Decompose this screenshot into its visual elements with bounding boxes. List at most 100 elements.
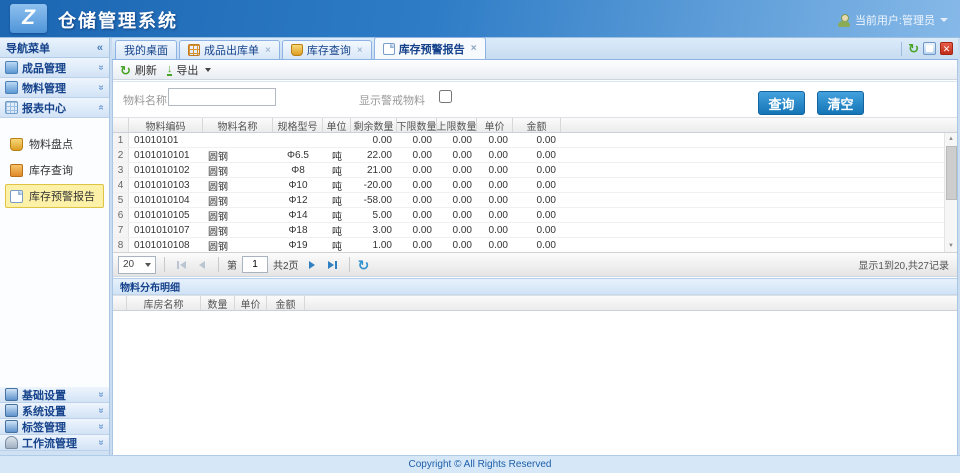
table-cell: 吨 bbox=[323, 178, 351, 192]
detail-column-header[interactable]: 金额 bbox=[267, 296, 305, 310]
sidebar-collapse-icon[interactable]: « bbox=[97, 42, 103, 54]
column-header[interactable]: 规格型号 bbox=[273, 118, 323, 132]
sidebar-item[interactable]: 库存预警报告 bbox=[5, 184, 104, 208]
app-title: 仓储管理系统 bbox=[58, 7, 178, 33]
tab-strip-tools: ↻ ✕ bbox=[896, 42, 958, 56]
table-cell: 0.00 bbox=[477, 238, 513, 252]
table-cell: 圆钢 bbox=[203, 238, 273, 252]
first-page-icon bbox=[177, 261, 179, 269]
table-cell: 0.00 bbox=[513, 238, 561, 252]
last-page-icon bbox=[335, 261, 337, 269]
basket-icon bbox=[291, 44, 303, 56]
clear-button[interactable]: 清空 bbox=[817, 91, 864, 115]
table-cell bbox=[203, 133, 273, 147]
refresh-tab-icon[interactable]: ↻ bbox=[908, 42, 919, 55]
tab[interactable]: 我的桌面 bbox=[115, 40, 177, 59]
tab-close-icon[interactable]: × bbox=[265, 45, 271, 56]
table-row[interactable]: 60101010105圆钢Φ14吨5.000.000.000.000.00 bbox=[113, 208, 957, 223]
page-size-value: 20 bbox=[123, 259, 134, 270]
sidebar-group[interactable]: 标签管理» bbox=[0, 419, 109, 435]
table-cell: 0.00 bbox=[397, 163, 437, 177]
tab[interactable]: 库存预警报告× bbox=[374, 37, 486, 59]
sidebar-group[interactable]: 工作流管理» bbox=[0, 435, 109, 451]
last-page-button[interactable] bbox=[325, 257, 341, 273]
sidebar-group[interactable]: 基础设置» bbox=[0, 387, 109, 403]
table-row[interactable]: 1010101010.000.000.000.000.00 bbox=[113, 133, 957, 148]
table-cell: 0.00 bbox=[477, 223, 513, 237]
app-header: Z 仓储管理系统 当前用户:管理员 bbox=[0, 0, 960, 38]
table-cell: 5.00 bbox=[351, 208, 397, 222]
table-cell: 0101010101 bbox=[129, 148, 203, 162]
sidebar-group[interactable]: 成品管理» bbox=[0, 58, 109, 78]
show-warning-checkbox[interactable] bbox=[439, 90, 452, 103]
sidebar-group[interactable]: 物料管理» bbox=[0, 78, 109, 98]
table-cell: 0.00 bbox=[437, 163, 477, 177]
divider bbox=[218, 257, 219, 272]
page-size-select[interactable]: 20 bbox=[118, 256, 156, 274]
table-cell bbox=[273, 133, 323, 147]
sidebar-report-panel: 物料盘点库存查询库存预警报告 bbox=[0, 118, 109, 387]
sidebar: 导航菜单 « 成品管理»物料管理»报表中心» 物料盘点库存查询库存预警报告 基础… bbox=[0, 38, 110, 455]
scroll-up-icon[interactable]: ▲ bbox=[945, 133, 957, 145]
tab-close-icon[interactable]: × bbox=[471, 43, 477, 54]
table-row[interactable]: 70101010107圆钢Φ18吨3.000.000.000.000.00 bbox=[113, 223, 957, 238]
pagination-bar: 20 第 共2页 ↻ 显示1到20,共27记录 bbox=[113, 252, 957, 277]
row-number: 6 bbox=[113, 208, 129, 222]
column-header[interactable]: 剩余数量 bbox=[351, 118, 397, 132]
grid-toolbar: ↻ 刷新 ↓ 导出 bbox=[113, 61, 957, 80]
table-row[interactable]: 80101010108圆钢Φ19吨1.000.000.000.000.00 bbox=[113, 238, 957, 252]
table-cell: 0101010107 bbox=[129, 223, 203, 237]
column-header[interactable]: 上限数量 bbox=[437, 118, 477, 132]
vertical-scrollbar[interactable]: ▲ ▼ bbox=[944, 133, 957, 252]
row-number: 1 bbox=[113, 133, 129, 147]
detail-column-header[interactable]: 库房名称 bbox=[127, 296, 201, 310]
table-row[interactable]: 30101010102圆钢Φ8吨21.000.000.000.000.00 bbox=[113, 163, 957, 178]
workflow-icon bbox=[5, 436, 18, 449]
table-row[interactable]: 20101010101圆钢Φ6.5吨22.000.000.000.000.00 bbox=[113, 148, 957, 163]
query-button[interactable]: 查询 bbox=[758, 91, 805, 115]
scroll-down-icon[interactable]: ▼ bbox=[945, 240, 957, 252]
page-number-input[interactable] bbox=[242, 256, 268, 273]
triangle-right-icon bbox=[309, 261, 315, 269]
grid-header-row: 物料编码物料名称规格型号单位剩余数量下限数量上限数量单价金额 bbox=[113, 117, 957, 133]
tab-close-icon[interactable]: × bbox=[357, 45, 363, 56]
first-page-button[interactable] bbox=[173, 257, 189, 273]
sidebar-group-label: 物料管理 bbox=[22, 80, 66, 96]
table-row[interactable]: 40101010103圆钢Φ10吨-20.000.000.000.000.00 bbox=[113, 178, 957, 193]
table-cell: 0.00 bbox=[513, 193, 561, 207]
current-user-menu[interactable]: 当前用户:管理员 bbox=[838, 12, 948, 28]
row-number: 5 bbox=[113, 193, 129, 207]
sidebar-group[interactable]: 报表中心» bbox=[0, 98, 109, 118]
refresh-icon: ↻ bbox=[120, 64, 131, 77]
refresh-button[interactable]: ↻ 刷新 bbox=[120, 62, 157, 78]
table-cell: 1.00 bbox=[351, 238, 397, 252]
column-header[interactable]: 单价 bbox=[477, 118, 513, 132]
label-manage-icon bbox=[5, 420, 18, 433]
tab[interactable]: 库存查询× bbox=[282, 40, 372, 59]
column-header[interactable]: 物料名称 bbox=[203, 118, 273, 132]
sidebar-item[interactable]: 库存查询 bbox=[5, 158, 104, 182]
sidebar-group[interactable]: 系统设置» bbox=[0, 403, 109, 419]
table-cell: 圆钢 bbox=[203, 178, 273, 192]
scrollbar-thumb[interactable] bbox=[946, 146, 957, 200]
export-button[interactable]: ↓ 导出 bbox=[167, 62, 212, 78]
filter-bar: 物料名称 显示警戒物料 查询 清空 bbox=[113, 81, 957, 117]
reload-grid-icon[interactable]: ↻ bbox=[358, 258, 370, 272]
table-cell: 0101010102 bbox=[129, 163, 203, 177]
tab[interactable]: 成品出库单× bbox=[179, 40, 280, 59]
table-cell: 0.00 bbox=[477, 193, 513, 207]
column-header[interactable]: 下限数量 bbox=[397, 118, 437, 132]
column-header[interactable]: 物料编码 bbox=[129, 118, 203, 132]
table-row[interactable]: 50101010104圆钢Φ12吨-58.000.000.000.000.00 bbox=[113, 193, 957, 208]
next-page-button[interactable] bbox=[304, 257, 320, 273]
column-header[interactable]: 金额 bbox=[513, 118, 561, 132]
close-tab-icon[interactable]: ✕ bbox=[940, 42, 953, 55]
detail-column-header[interactable]: 单价 bbox=[235, 296, 267, 310]
detail-column-header[interactable]: 数量 bbox=[201, 296, 235, 310]
maximize-icon[interactable] bbox=[923, 42, 936, 55]
column-header[interactable]: 单位 bbox=[323, 118, 351, 132]
chevron-double-up-icon: » bbox=[96, 105, 107, 111]
prev-page-button[interactable] bbox=[194, 257, 210, 273]
material-name-input[interactable] bbox=[168, 88, 276, 106]
sidebar-item[interactable]: 物料盘点 bbox=[5, 132, 104, 156]
